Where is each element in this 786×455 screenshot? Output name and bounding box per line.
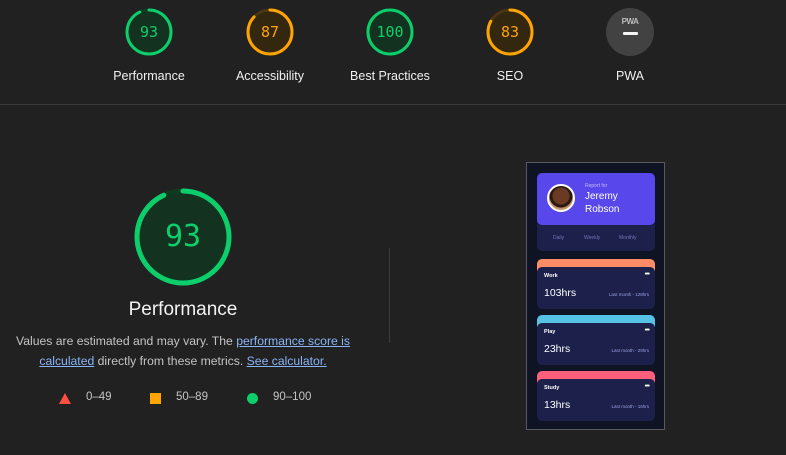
- gauge-best-practices[interactable]: 100 Best Practices: [330, 8, 450, 83]
- legend-pass-label: 90–100: [273, 391, 312, 403]
- tab-monthly: Monthly: [619, 235, 637, 241]
- play-last: Last month - 29hrs: [611, 348, 649, 353]
- activity-card-study: Study ••• 13hrs Last month - 16hrs: [537, 371, 655, 421]
- play-card-body: Play ••• 23hrs Last month - 29hrs: [537, 323, 655, 365]
- performance-score: 93: [139, 23, 159, 41]
- gauge-seo[interactable]: 83 SEO: [450, 8, 570, 83]
- pwa-label: PWA: [615, 69, 644, 83]
- study-hours: 13hrs: [544, 399, 571, 411]
- desc-prefix: Values are estimated and may vary. The: [16, 334, 237, 348]
- best-practices-ring: 100: [366, 8, 414, 56]
- work-card-body: Work ••• 103hrs Last month - 128hrs: [537, 267, 655, 309]
- profile-name-last: Robson: [585, 204, 620, 215]
- divider: [389, 248, 390, 343]
- profile-name: Jeremy Robson: [585, 190, 619, 216]
- seo-label: SEO: [496, 69, 524, 83]
- play-title: Play: [544, 329, 556, 335]
- performance-description: Values are estimated and may vary. The p…: [10, 331, 356, 371]
- gauge-pwa[interactable]: PWA PWA: [570, 8, 690, 83]
- see-calculator-link[interactable]: See calculator.: [247, 354, 327, 368]
- accessibility-score: 87: [260, 23, 280, 41]
- play-more-icon: •••: [644, 327, 650, 334]
- performance-main-score: 93: [164, 219, 202, 254]
- tab-weekly: Weekly: [584, 235, 601, 241]
- study-title: Study: [544, 385, 560, 391]
- pwa-badge-icon: PWA: [606, 8, 654, 56]
- legend-fail-label: 0–49: [86, 391, 112, 403]
- performance-ring: 93: [125, 8, 173, 56]
- study-more-icon: •••: [644, 383, 650, 390]
- gauge-performance[interactable]: 93 Performance: [89, 8, 209, 83]
- work-more-icon: •••: [644, 271, 650, 278]
- work-last: Last month - 128hrs: [608, 292, 649, 297]
- performance-title: Performance: [128, 299, 238, 320]
- profile-name-first: Jeremy: [585, 191, 618, 202]
- accessibility-label: Accessibility: [235, 69, 305, 83]
- best-practices-score: 100: [376, 23, 404, 41]
- profile-header: Report for Jeremy Robson: [537, 173, 655, 225]
- fail-triangle-icon: [59, 393, 71, 404]
- performance-label: Performance: [113, 69, 185, 83]
- tab-daily: Daily: [553, 235, 565, 241]
- score-gauges-header: 93 Performance 87 Accessibility 100 Best…: [0, 0, 786, 105]
- seo-score: 83: [500, 23, 520, 41]
- average-square-icon: [150, 393, 161, 404]
- activity-card-work: Work ••• 103hrs Last month - 128hrs: [537, 259, 655, 309]
- pwa-badge-text: PWA: [621, 17, 639, 26]
- avatar: [547, 184, 575, 212]
- study-last: Last month - 16hrs: [611, 404, 649, 409]
- gauge-accessibility[interactable]: 87 Accessibility: [210, 8, 330, 83]
- play-hours: 23hrs: [544, 343, 571, 355]
- seo-ring: 83: [486, 8, 534, 56]
- pwa-dash-icon: [623, 32, 638, 35]
- report-for-label: Report for: [585, 183, 608, 189]
- activity-card-play: Play ••• 23hrs Last month - 29hrs: [537, 315, 655, 365]
- final-screenshot[interactable]: Report for Jeremy Robson Daily Weekly Mo…: [526, 162, 665, 430]
- study-card-body: Study ••• 13hrs Last month - 16hrs: [537, 379, 655, 421]
- work-hours: 103hrs: [544, 287, 577, 299]
- desc-mid: directly from these metrics.: [94, 354, 247, 368]
- profile-card: Report for Jeremy Robson Daily Weekly Mo…: [537, 173, 655, 251]
- performance-main-gauge: 93: [133, 187, 233, 287]
- accessibility-ring: 87: [246, 8, 294, 56]
- legend-average-label: 50–89: [176, 391, 208, 403]
- best-practices-label: Best Practices: [350, 69, 430, 83]
- pass-circle-icon: [247, 393, 258, 404]
- work-title: Work: [544, 273, 558, 279]
